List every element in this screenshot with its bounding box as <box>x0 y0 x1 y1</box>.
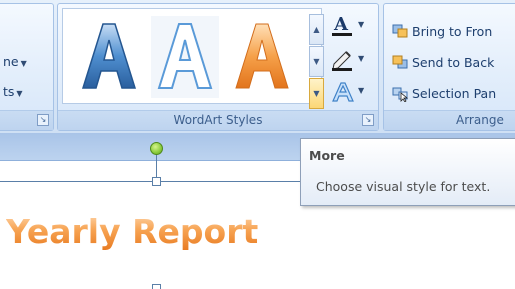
text-fill-icon: A <box>332 14 352 36</box>
text-effects-dropdown[interactable]: ts ▼ <box>3 84 23 99</box>
wordart-blue-icon <box>81 23 137 89</box>
chevron-down-icon: ▼ <box>358 86 365 95</box>
wordart-orange-icon <box>235 23 289 89</box>
chevron-down-icon: ▼ <box>358 20 365 29</box>
group-label: WordArt Styles <box>58 110 378 130</box>
chevron-up-icon: ▲ <box>313 25 320 34</box>
text-fill-dropdown[interactable]: ne ▼ <box>3 54 27 69</box>
text-effects-button[interactable]: ▼ <box>328 78 374 104</box>
chevron-down-icon: ▼ <box>20 59 27 68</box>
text-fill-label: ne <box>3 54 19 69</box>
dialog-launcher-icon[interactable]: ↘ <box>362 114 374 126</box>
send-to-back-label: Send to Back <box>412 55 495 70</box>
wordart-outline-icon <box>157 23 213 89</box>
wordart-style-blue[interactable] <box>75 16 143 98</box>
wordart-style-orange[interactable] <box>228 16 296 98</box>
text-effects-label: ts <box>3 84 15 99</box>
bring-to-front-icon <box>392 24 408 38</box>
gallery-scroll-up-button[interactable]: ▲ <box>309 14 324 45</box>
svg-text:A: A <box>333 14 349 35</box>
rotation-handle[interactable] <box>150 142 163 155</box>
tooltip-title: More <box>309 148 345 163</box>
more-tooltip: More Choose visual style for text. <box>300 138 515 206</box>
send-to-back-icon <box>392 55 408 69</box>
wordart-gallery: ▲ ▼ ▼ <box>62 8 324 109</box>
pen-icon <box>332 51 352 71</box>
resize-handle-bottom[interactable] <box>152 284 161 289</box>
chevron-down-icon: ▼ <box>313 57 320 66</box>
ribbon: ne ▼ ts ▼ ↘ ▲ ▼ ▼ A ▼ ▼ ▼ WordArt Styles… <box>0 0 515 133</box>
chevron-down-icon: ▼ <box>16 89 23 98</box>
wordart-text[interactable]: Yearly Report <box>6 212 258 251</box>
partial-group-left: ne ▼ ts ▼ ↘ <box>0 3 54 131</box>
chevron-down-icon: ▼ <box>358 54 365 63</box>
selection-pane-icon <box>392 87 409 102</box>
text-effects-icon <box>332 82 354 102</box>
resize-handle-top[interactable] <box>152 177 161 186</box>
dialog-launcher-icon[interactable]: ↘ <box>37 114 49 126</box>
text-outline-button[interactable]: ▼ <box>328 46 374 72</box>
group-label: Arrange <box>384 110 515 130</box>
selection-pane-label: Selection Pan <box>412 86 497 101</box>
bring-to-front-label: Bring to Fron <box>412 24 493 39</box>
gallery-more-button[interactable]: ▼ <box>309 78 324 109</box>
arrange-group: Bring to Fron Send to Back Selection Pan… <box>383 3 515 131</box>
gallery-scroll-down-button[interactable]: ▼ <box>309 46 324 77</box>
more-icon: ▼ <box>313 89 320 98</box>
tooltip-description: Choose visual style for text. <box>316 179 491 194</box>
wordart-styles-group: ▲ ▼ ▼ A ▼ ▼ ▼ WordArt Styles ↘ <box>57 3 379 131</box>
text-fill-button[interactable]: A ▼ <box>328 12 374 38</box>
wordart-style-outline[interactable] <box>151 16 219 98</box>
